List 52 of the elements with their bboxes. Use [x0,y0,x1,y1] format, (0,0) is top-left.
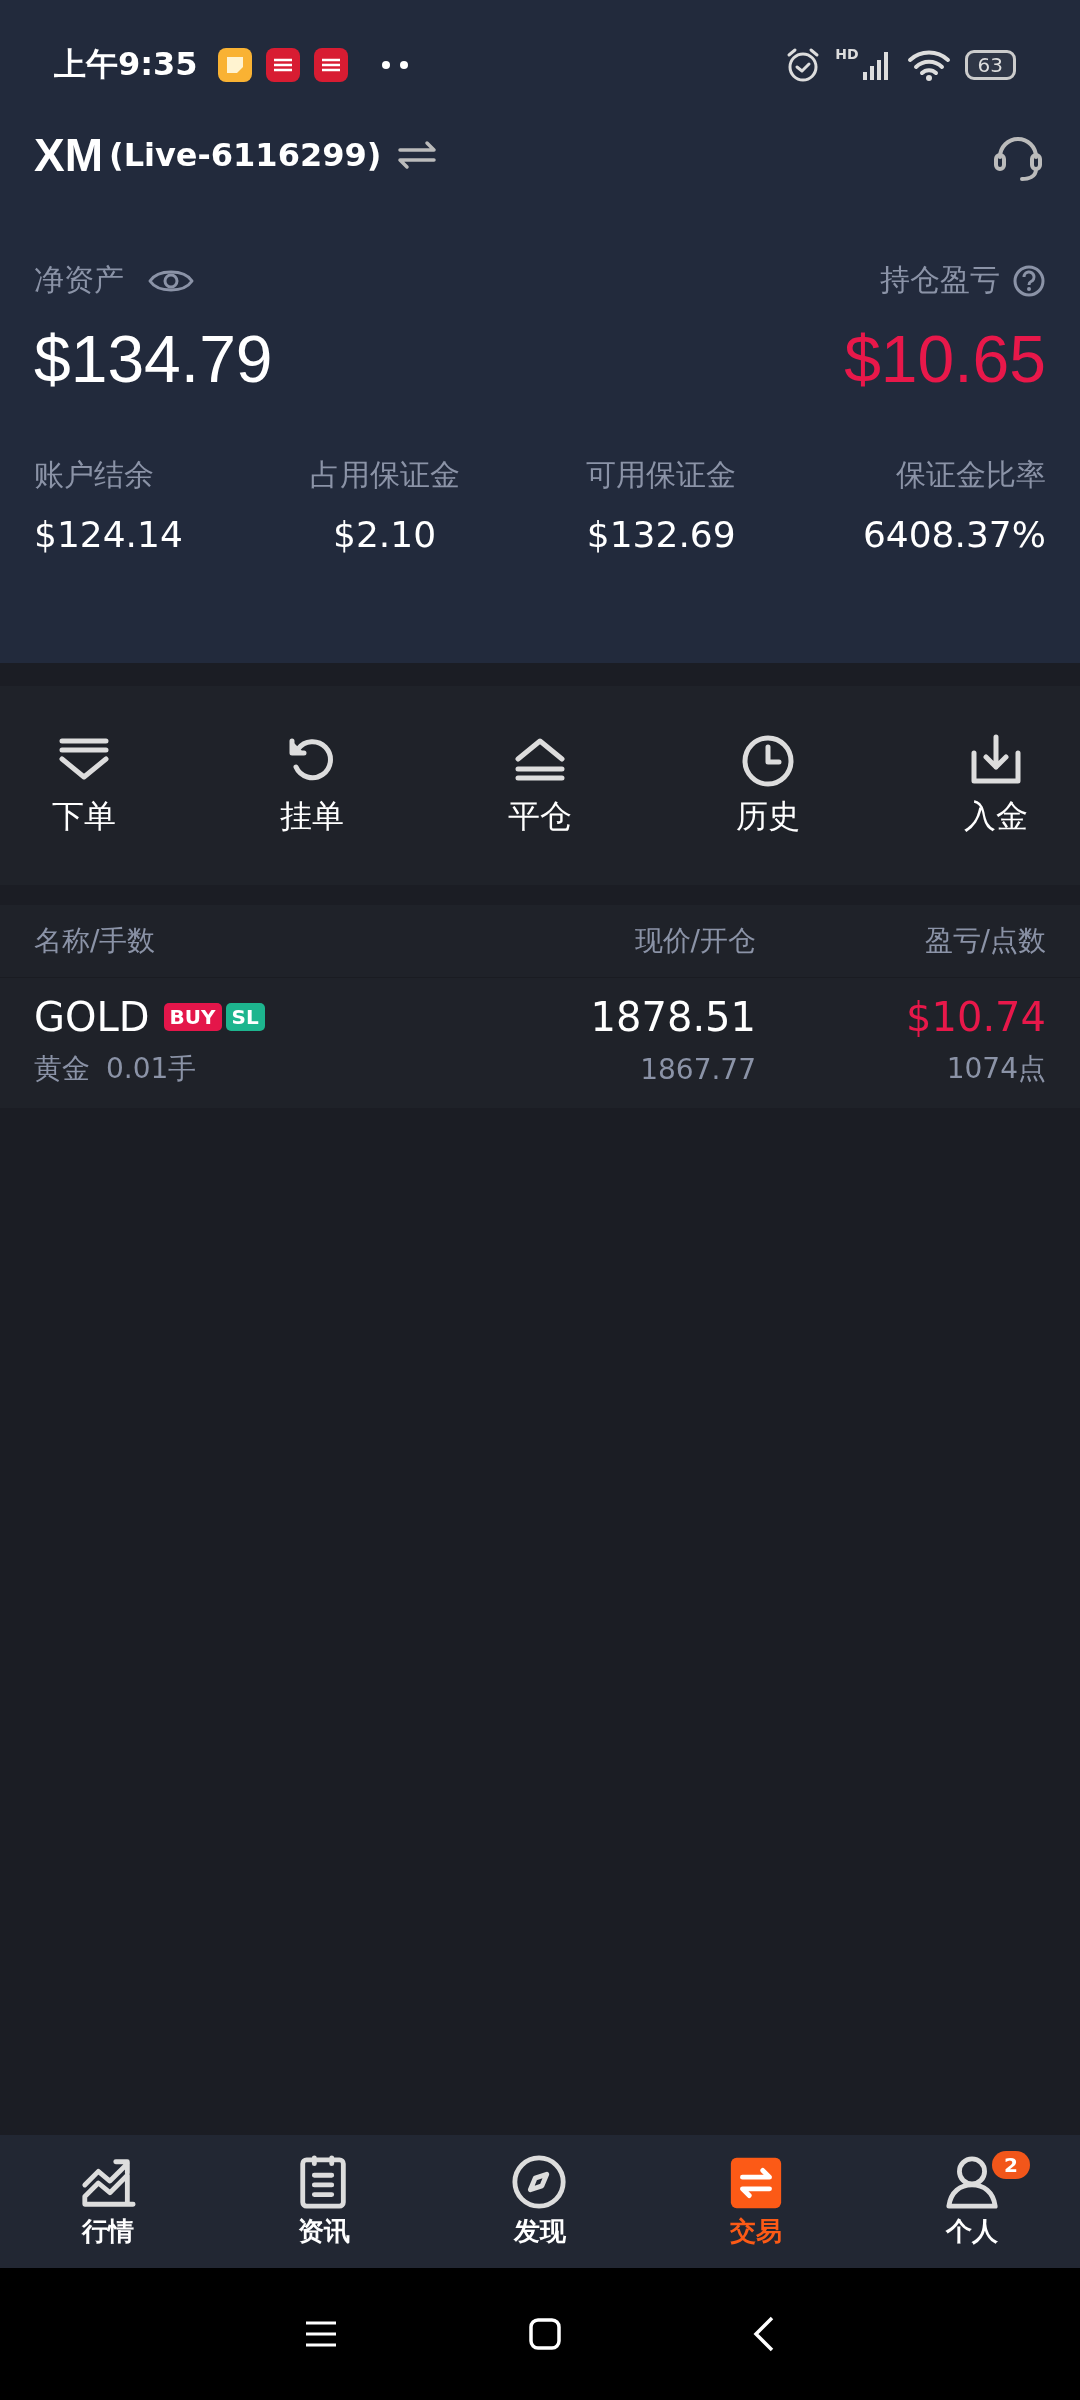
home-icon[interactable] [528,2317,562,2351]
notes-app-icon [217,48,252,82]
column-header: 名称/手数 [34,923,157,959]
action-button[interactable]: 平仓 [508,732,572,839]
help-icon[interactable] [1012,263,1046,298]
battery-indicator: 63 [964,50,1016,80]
stat-value: $124.14 [34,514,183,555]
nav-tab[interactable]: 发现 [432,2135,648,2268]
brand-logo: XM [34,128,103,182]
action-button[interactable]: 历史 [736,732,800,839]
back-icon[interactable] [752,2315,776,2353]
notification-badge: 2 [992,2151,1030,2179]
symbol-name: GOLD [34,994,150,1040]
stat-value: $2.10 [333,514,437,555]
more-dots-icon [381,61,408,69]
position-tag: BUY [163,1003,222,1031]
points-value: 1074点 [945,1051,1046,1087]
app-icon [313,48,348,82]
equity-value: $134.79 [34,321,273,397]
lot-size: 0.01手 [106,1051,197,1087]
open-price: 1867.77 [639,1052,756,1086]
status-time: 上午9:35 [54,44,198,85]
stat-value: $132.69 [586,514,736,555]
action-button[interactable]: 入金 [964,732,1028,839]
current-price: 1878.51 [589,994,756,1040]
compass-icon [511,2154,569,2212]
person-icon [943,2154,1001,2212]
nav-tab[interactable]: 个人 2 [864,2135,1080,2268]
column-header: 盈亏/点数 [923,923,1046,959]
app-icon [265,48,300,82]
nav-tab[interactable]: 行情 [0,2135,216,2268]
equity-label: 净资产 [34,261,124,299]
network-type: HD [835,46,859,62]
nav-tab[interactable]: 资讯 [216,2135,432,2268]
stat-label: 保证金比率 [895,456,1046,494]
stat-label: 占用保证金 [309,456,460,494]
stat-value: 6408.37% [862,514,1046,555]
menu-icon[interactable] [304,2320,338,2348]
instrument-name: 黄金 [34,1051,90,1087]
stat-label: 可用保证金 [586,456,737,494]
floating-pnl-label: 持仓盈亏 [880,261,1000,299]
floating-pnl-value: $10.65 [844,321,1046,397]
action-button[interactable]: 下单 [52,732,116,839]
nav-tab[interactable]: 交易 [648,2135,864,2268]
profit-value: $10.74 [905,994,1046,1040]
switch-icon[interactable] [397,140,438,170]
position-tag: SL [225,1003,265,1031]
column-header: 现价/开仓 [633,923,756,959]
wifi-icon [906,48,951,82]
stat-label: 账户结余 [34,456,154,494]
account-id: (Live-6116299) [109,136,382,174]
action-button[interactable]: 挂单 [280,732,344,839]
